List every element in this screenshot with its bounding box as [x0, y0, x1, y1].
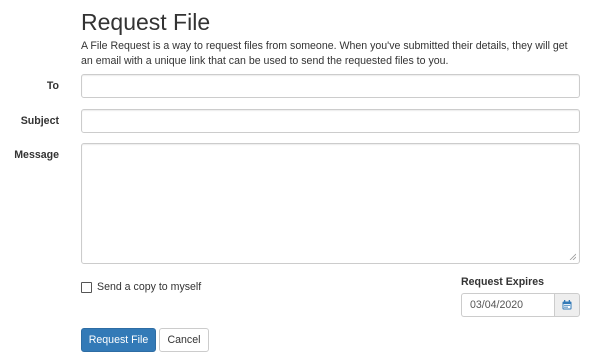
- request-expires-group: 03/04/2020: [461, 293, 580, 317]
- send-copy-checkbox[interactable]: [81, 281, 92, 293]
- page-title: Request File: [81, 9, 211, 35]
- request-expires-label: Request Expires: [461, 276, 545, 288]
- page-description: A File Request is a way to request files…: [81, 40, 568, 67]
- message-textarea[interactable]: [81, 143, 580, 264]
- subject-label: Subject: [20, 115, 59, 127]
- subject-input[interactable]: [81, 109, 580, 133]
- send-copy-label[interactable]: Send a copy to myself: [97, 281, 201, 293]
- request-expires-input[interactable]: 03/04/2020: [461, 293, 554, 317]
- request-file-button[interactable]: Request File: [81, 328, 156, 352]
- cancel-button[interactable]: Cancel: [159, 328, 209, 352]
- message-label: Message: [14, 149, 59, 161]
- calendar-button[interactable]: [554, 293, 580, 317]
- send-copy-row[interactable]: Send a copy to myself: [81, 281, 201, 293]
- calendar-icon: [562, 300, 572, 310]
- to-label: To: [46, 80, 59, 92]
- to-input[interactable]: [81, 74, 580, 98]
- request-file-page: Request File A File Request is a way to …: [0, 0, 590, 359]
- resize-grip-icon[interactable]: [569, 253, 576, 260]
